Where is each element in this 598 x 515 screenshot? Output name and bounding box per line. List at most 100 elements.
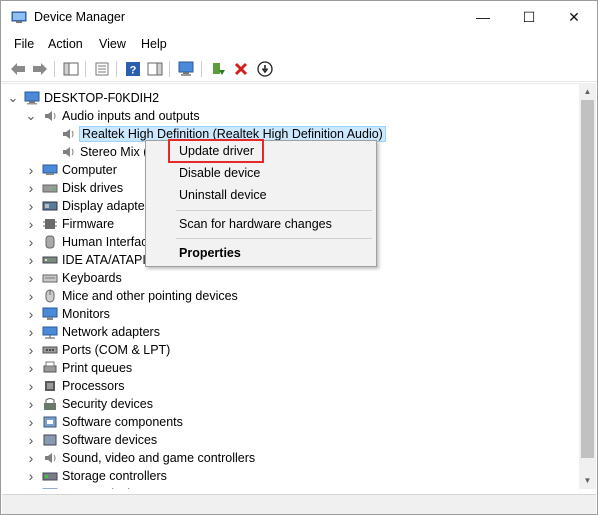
properties-button[interactable] xyxy=(92,59,112,79)
tree-category-system-devices[interactable]: ›System devices xyxy=(26,485,150,489)
chevron-right-icon[interactable]: › xyxy=(26,234,36,250)
show-hide-console-tree-button[interactable] xyxy=(61,59,81,79)
context-menu-scan-hardware[interactable]: Scan for hardware changes xyxy=(179,214,332,234)
printer-icon xyxy=(43,361,57,373)
chevron-right-icon[interactable]: › xyxy=(26,306,36,322)
firmware-icon xyxy=(43,219,57,229)
network-adapter-icon xyxy=(42,326,58,339)
chevron-right-icon[interactable]: › xyxy=(26,252,36,268)
chevron-right-icon[interactable]: › xyxy=(26,324,36,340)
minimize-icon: — xyxy=(476,9,490,25)
keyboard-icon xyxy=(42,274,58,283)
tree-category-sound-video-and-game-controllers[interactable]: › Sound, video and game controllers xyxy=(26,449,256,467)
action-pane-button[interactable] xyxy=(145,59,165,79)
context-menu-separator xyxy=(176,238,372,239)
tree-category-monitors[interactable]: › Monitors xyxy=(26,305,110,323)
update-driver-button[interactable] xyxy=(208,59,228,79)
tree-category-firmware[interactable]: › Firmware xyxy=(26,215,114,233)
help-button[interactable]: ? xyxy=(123,59,143,79)
chevron-right-icon[interactable]: › xyxy=(26,432,36,448)
maximize-icon: ☐ xyxy=(522,8,536,25)
toolbar-separator xyxy=(201,61,202,77)
ide-controller-icon xyxy=(42,256,58,264)
computer-root-icon xyxy=(24,91,40,105)
chevron-right-icon[interactable]: › xyxy=(26,162,36,178)
menu-view[interactable]: View xyxy=(99,37,126,51)
scan-hardware-icon xyxy=(178,61,194,76)
context-menu-properties[interactable]: Properties xyxy=(179,243,241,263)
tree-category-print-queues[interactable]: › Print queues xyxy=(26,359,133,377)
chevron-right-icon[interactable]: › xyxy=(26,450,36,466)
scroll-down-icon[interactable]: ▼ xyxy=(579,472,596,489)
tree-category-network-adapters[interactable]: › Network adapters xyxy=(26,323,160,341)
device-manager-app-icon xyxy=(11,11,27,23)
disable-device-icon xyxy=(257,61,273,77)
tree-category-keyboards[interactable]: › Keyboards xyxy=(26,269,122,287)
menu-help[interactable]: Help xyxy=(141,37,167,51)
tree-node-label: Audio inputs and outputs xyxy=(62,109,200,123)
close-icon: ✕ xyxy=(568,8,580,25)
scrollbar-thumb[interactable] xyxy=(581,100,594,458)
tree-category-software-devices[interactable]: › Software devices xyxy=(26,431,158,449)
menu-file[interactable]: File xyxy=(14,37,34,51)
hid-icon xyxy=(45,235,55,249)
title-bar[interactable]: Device Manager — ☐ ✕ xyxy=(1,1,597,33)
security-device-icon xyxy=(44,398,56,410)
tree-category-mice-and-other-pointing-devices[interactable]: › Mice and other pointing devices xyxy=(26,287,238,305)
back-button[interactable] xyxy=(8,59,28,79)
chevron-right-icon[interactable]: › xyxy=(26,270,36,286)
chevron-right-icon[interactable]: › xyxy=(26,180,36,196)
context-menu-separator xyxy=(176,210,372,211)
tree-node-label: Computer xyxy=(62,163,117,177)
vertical-scrollbar[interactable]: ▲ ▼ xyxy=(579,83,596,489)
chevron-right-icon[interactable]: › xyxy=(26,360,36,376)
close-button[interactable]: ✕ xyxy=(551,1,597,33)
menu-bar: File Action View Help xyxy=(1,34,597,54)
toolbar-separator xyxy=(169,61,170,77)
chevron-down-icon[interactable]: ⌄ xyxy=(26,109,37,122)
tree-category-processors[interactable]: › Processors xyxy=(26,377,125,395)
context-menu-disable-device[interactable]: Disable device xyxy=(179,163,260,183)
uninstall-device-icon xyxy=(234,62,248,76)
chevron-right-icon[interactable]: › xyxy=(26,414,36,430)
forward-arrow-icon xyxy=(33,63,47,75)
sound-controller-icon xyxy=(45,453,56,463)
tree-category-audio-inputs-outputs[interactable]: ⌄ Audio inputs and outputs xyxy=(26,107,200,125)
port-icon xyxy=(42,346,58,354)
scan-hardware-button[interactable] xyxy=(177,59,197,79)
maximize-button[interactable]: ☐ xyxy=(506,1,552,33)
tree-root-computer[interactable]: ⌄ DESKTOP-F0KDIH2 xyxy=(8,89,160,107)
chevron-right-icon[interactable]: › xyxy=(26,288,36,304)
update-driver-icon xyxy=(213,63,225,75)
disk-drive-icon xyxy=(42,184,58,193)
forward-button[interactable] xyxy=(30,59,50,79)
tree-node-label: Ports (COM & LPT) xyxy=(62,343,171,357)
tree-category-disk-drives[interactable]: › Disk drives xyxy=(26,179,123,197)
tree-category-ports-com-lpt[interactable]: › Ports (COM & LPT) xyxy=(26,341,171,359)
chevron-right-icon[interactable]: › xyxy=(26,468,36,484)
tree-node-label: Storage controllers xyxy=(62,469,167,483)
tree-category-software-components[interactable]: › Software components xyxy=(26,413,183,431)
chevron-right-icon[interactable]: › xyxy=(26,216,36,232)
chevron-right-icon[interactable]: › xyxy=(26,198,36,214)
update-driver-highlight-annotation xyxy=(168,139,264,163)
tree-category-display-adapters[interactable]: › Display adapters xyxy=(26,197,155,215)
tree-node-label: Software components xyxy=(62,415,183,429)
chevron-right-icon[interactable]: › xyxy=(26,378,36,394)
menu-action[interactable]: Action xyxy=(48,37,83,51)
show-hide-console-tree-icon xyxy=(63,62,79,76)
tree-node-label: Monitors xyxy=(62,307,110,321)
uninstall-device-button[interactable] xyxy=(231,59,251,79)
chevron-right-icon[interactable]: › xyxy=(26,396,36,412)
tree-category-storage-controllers[interactable]: › Storage controllers xyxy=(26,467,167,485)
tree-category-computer[interactable]: › Computer xyxy=(26,161,117,179)
tree-category-security-devices[interactable]: › Security devices xyxy=(26,395,153,413)
chevron-right-icon[interactable]: › xyxy=(26,342,36,358)
context-menu-uninstall-device[interactable]: Uninstall device xyxy=(179,185,267,205)
disable-device-button[interactable] xyxy=(255,59,275,79)
scroll-up-icon[interactable]: ▲ xyxy=(579,83,596,100)
chevron-down-icon[interactable]: ⌄ xyxy=(8,91,19,104)
tree-node-label: System devices xyxy=(62,487,150,489)
minimize-button[interactable]: — xyxy=(460,1,506,33)
system-device-icon xyxy=(42,488,58,489)
